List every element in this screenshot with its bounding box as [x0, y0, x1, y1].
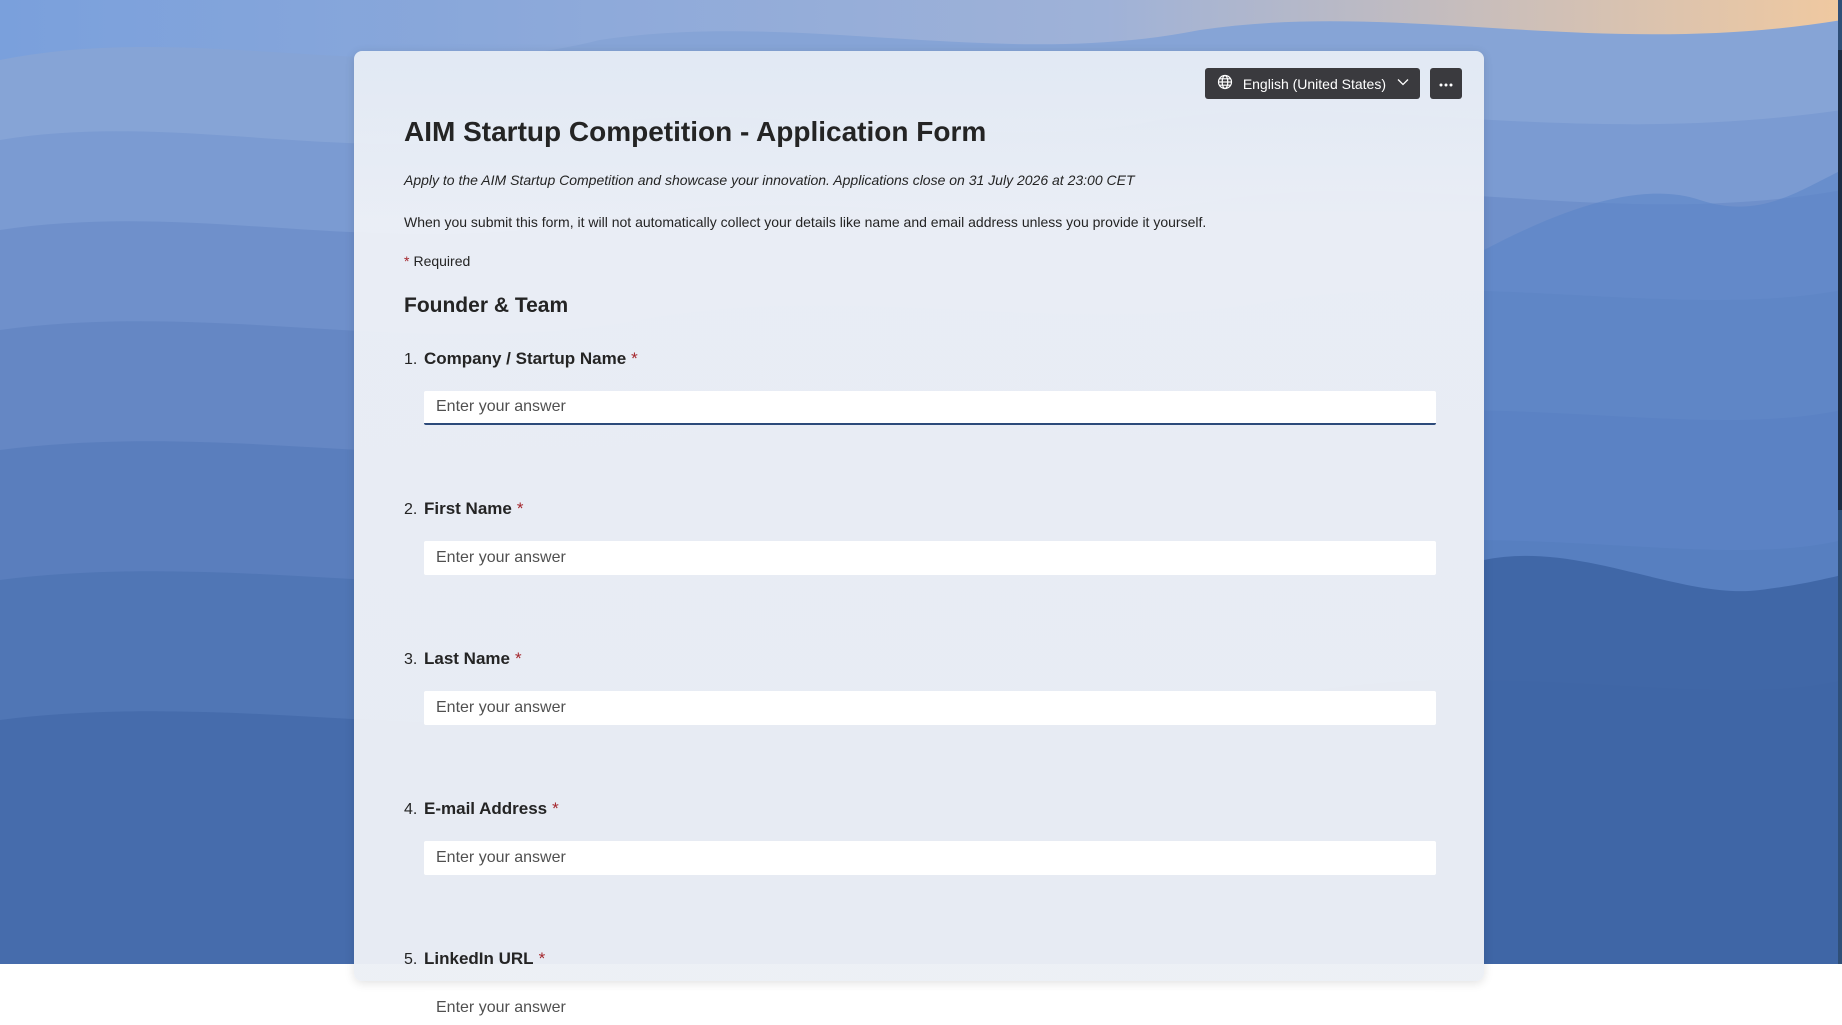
question-last-name: 3. Last Name *: [404, 647, 1444, 725]
required-star: *: [514, 649, 522, 668]
question-label: 3. Last Name *: [404, 647, 1444, 672]
question-number: 1.: [404, 351, 418, 368]
required-star: *: [404, 253, 410, 269]
form-content: AIM Startup Competition - Application Fo…: [404, 111, 1444, 1025]
chevron-down-icon: [1396, 75, 1410, 92]
section-title: Founder & Team: [404, 294, 569, 317]
more-horizontal-icon: [1438, 75, 1454, 93]
question-number: 3.: [404, 651, 418, 668]
question-label: 4. E-mail Address *: [404, 797, 1444, 822]
linkedin-url-input[interactable]: [424, 991, 1436, 1025]
language-label: English (United States): [1242, 75, 1386, 92]
required-star: *: [516, 499, 524, 518]
required-star: *: [538, 949, 546, 968]
required-label: Required: [413, 253, 471, 269]
more-options-button[interactable]: [1430, 68, 1462, 99]
privacy-note: When you submit this form, it will not a…: [404, 214, 1207, 230]
page-scrollbar-thumb[interactable]: [1838, 50, 1842, 510]
form-description: Apply to the AIM Startup Competition and…: [404, 172, 1135, 188]
question-number: 4.: [404, 801, 418, 818]
question-first-name: 2. First Name *: [404, 497, 1444, 575]
question-label: 1. Company / Startup Name *: [404, 347, 1444, 372]
form-card: English (United States) AIM Startup Comp…: [354, 51, 1484, 1025]
last-name-input[interactable]: [424, 691, 1436, 725]
required-star: *: [552, 799, 559, 818]
page-scrollbar[interactable]: [1838, 0, 1842, 964]
language-selector-button[interactable]: English (United States): [1204, 68, 1420, 99]
required-star: *: [631, 349, 638, 368]
required-legend: * Required: [404, 251, 1444, 271]
question-text: Company / Startup Name: [424, 349, 627, 368]
question-text: First Name: [424, 499, 512, 518]
globe-icon: [1217, 74, 1233, 93]
question-linkedin-url: 5. LinkedIn URL *: [404, 947, 1444, 1025]
question-text: E-mail Address: [424, 799, 548, 818]
question-label: 2. First Name *: [404, 497, 1444, 522]
question-number: 2.: [404, 501, 418, 518]
first-name-input[interactable]: [424, 541, 1436, 575]
question-text: Last Name: [424, 649, 510, 668]
question-email: 4. E-mail Address *: [404, 797, 1444, 875]
question-company-name: 1. Company / Startup Name *: [404, 347, 1444, 425]
question-text: LinkedIn URL: [424, 949, 534, 968]
form-title: AIM Startup Competition - Application Fo…: [404, 116, 987, 147]
company-name-input[interactable]: [424, 391, 1436, 425]
question-number: 5.: [404, 951, 418, 968]
email-input[interactable]: [424, 841, 1436, 875]
form-top-actions: English (United States): [1204, 68, 1462, 99]
question-label: 5. LinkedIn URL *: [404, 947, 1444, 972]
